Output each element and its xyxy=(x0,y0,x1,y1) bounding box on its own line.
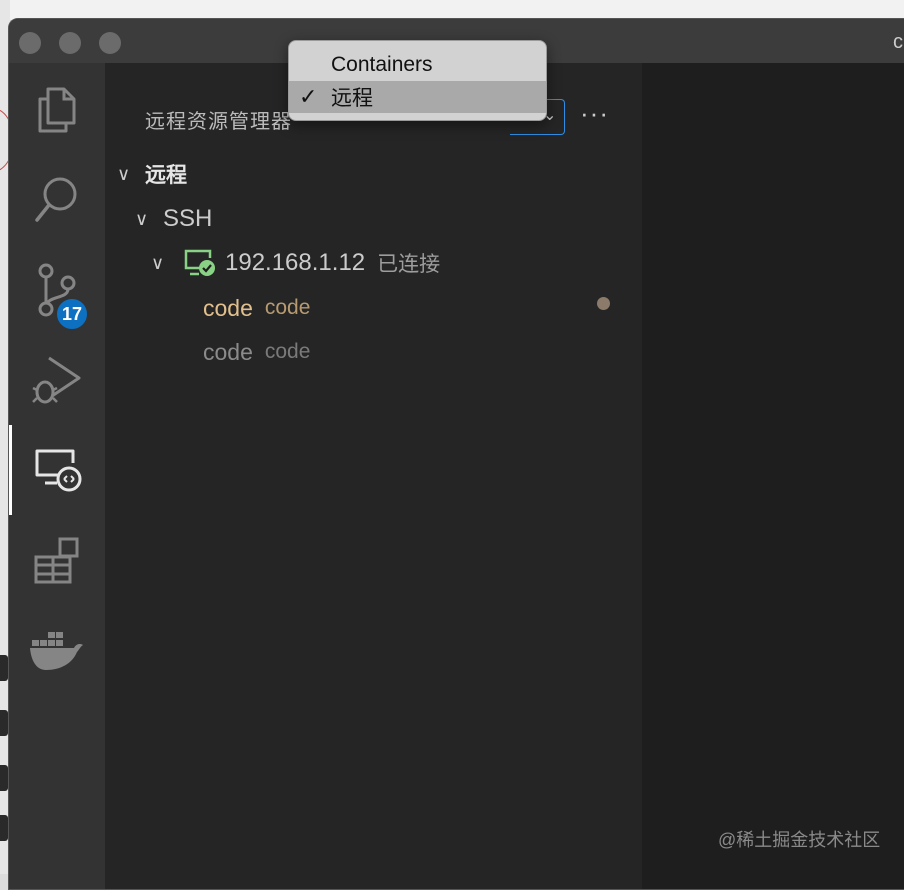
dropdown-option-remote[interactable]: ✓ 远程 xyxy=(289,81,546,113)
ssh-group-label: SSH xyxy=(163,205,213,232)
files-icon xyxy=(38,87,76,133)
activity-source-control[interactable]: 17 xyxy=(9,245,105,335)
section-remote-header[interactable]: ∨ 远程 xyxy=(117,154,187,194)
connected-host-icon xyxy=(184,249,215,276)
modified-dot-icon xyxy=(597,297,610,310)
section-label: 远程 xyxy=(145,164,187,187)
more-actions-button[interactable]: ··· xyxy=(580,98,609,129)
watermark: @稀土掘金技术社区 xyxy=(718,830,881,850)
folder-item-desc: code xyxy=(264,340,311,363)
activity-bar: 17 xyxy=(9,63,105,889)
dropdown-option-label: 远程 xyxy=(331,87,373,110)
vscode-window: c 17 远程资源管理器 ⌄ ··· ∨ 远程 ∨ SSH ∨ 192.168.… xyxy=(8,18,904,890)
folder-item-name: code xyxy=(203,294,253,321)
activity-extensions[interactable] xyxy=(9,515,105,605)
dropdown-option-containers[interactable]: Containers xyxy=(289,49,546,81)
dropdown-option-label: Containers xyxy=(331,53,433,76)
remote-type-dropdown-menu: Containers ✓ 远程 xyxy=(288,40,547,121)
background-keyboard-key xyxy=(0,815,8,841)
host-address: 192.168.1.12 xyxy=(225,249,366,276)
activity-remote-explorer[interactable] xyxy=(9,425,105,515)
editor-area xyxy=(642,63,904,889)
chevron-down-icon: ∨ xyxy=(117,163,131,184)
background-keyboard-key xyxy=(0,710,8,736)
chevron-down-icon: ∨ xyxy=(151,252,165,273)
activity-docker[interactable] xyxy=(9,605,105,695)
docker-icon xyxy=(30,632,83,670)
sidebar-title: 远程资源管理器 xyxy=(145,111,292,133)
activity-explorer[interactable] xyxy=(9,65,105,155)
checkmark-icon: ✓ xyxy=(299,84,318,109)
minimize-window-button[interactable] xyxy=(59,32,81,54)
source-control-badge: 17 xyxy=(55,297,89,331)
extensions-icon xyxy=(34,537,79,584)
background-keyboard-key xyxy=(0,765,8,791)
ssh-group-row[interactable]: ∨ SSH xyxy=(135,199,212,239)
folder-item-name: code xyxy=(203,338,253,365)
activity-search[interactable] xyxy=(9,155,105,245)
activity-run-debug[interactable] xyxy=(9,335,105,425)
chevron-down-icon: ∨ xyxy=(135,208,149,229)
background-keyboard-key xyxy=(0,655,8,681)
host-row[interactable]: ∨ 192.168.1.12 已连接 xyxy=(151,243,440,283)
host-status: 已连接 xyxy=(377,253,441,276)
search-icon xyxy=(35,177,77,222)
folder-item[interactable]: code code xyxy=(203,332,310,372)
run-debug-icon xyxy=(32,356,81,404)
folder-item-desc: code xyxy=(264,296,311,319)
zoom-window-button[interactable] xyxy=(99,32,121,54)
folder-item[interactable]: code code xyxy=(203,288,310,328)
remote-explorer-icon xyxy=(35,449,82,492)
remote-explorer-sidebar: 远程资源管理器 ⌄ ··· ∨ 远程 ∨ SSH ∨ 192.168.1.12 … xyxy=(105,63,642,889)
close-window-button[interactable] xyxy=(19,32,41,54)
window-title: c xyxy=(893,31,903,53)
